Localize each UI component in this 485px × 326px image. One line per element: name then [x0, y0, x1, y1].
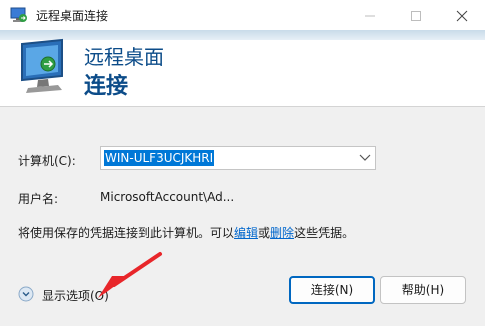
computer-label: 计算机(C):	[18, 154, 76, 168]
show-options-label[interactable]: 显示选项(O)	[42, 287, 109, 304]
minimize-button[interactable]	[347, 0, 393, 30]
remote-desktop-icon	[10, 7, 27, 22]
info-prefix: 将使用保存的凭据连接到此计算机。可以	[18, 226, 235, 240]
remote-desktop-monitor-icon	[21, 38, 63, 93]
remote-desktop-window: 远程桌面连接 远程桌面 连接 计算机(C): WIN-ULF3UCJKHRI 用…	[0, 0, 485, 326]
window-title: 远程桌面连接	[36, 9, 109, 23]
help-button[interactable]: 帮助(H)	[380, 276, 466, 304]
banner-title-line2: 连接	[84, 74, 129, 99]
user-label: 用户名:	[18, 192, 59, 206]
credentials-info: 将使用保存的凭据连接到此计算机。可以编辑或删除这些凭据。	[18, 224, 354, 241]
close-button[interactable]	[439, 0, 485, 30]
user-value: MicrosoftAccount\Ad...	[100, 190, 235, 204]
connect-button[interactable]: 连接(N)	[289, 276, 375, 304]
chevron-down-icon[interactable]	[359, 153, 371, 163]
header-banner: 远程桌面 连接	[0, 30, 485, 106]
delete-credentials-link[interactable]: 删除	[270, 226, 294, 240]
banner-title-line1: 远程桌面	[84, 45, 164, 69]
maximize-button[interactable]	[393, 0, 439, 30]
info-suffix: 这些凭据。	[294, 226, 355, 240]
computer-input[interactable]: WIN-ULF3UCJKHRI	[104, 150, 215, 166]
maximize-icon	[411, 11, 421, 21]
close-icon	[456, 10, 468, 22]
computer-combobox[interactable]: WIN-ULF3UCJKHRI	[100, 146, 376, 170]
divider	[0, 106, 485, 107]
minimize-icon	[365, 15, 375, 17]
title-bar[interactable]: 远程桌面连接	[0, 0, 485, 30]
chevron-down-circle-icon[interactable]	[18, 286, 34, 302]
edit-credentials-link[interactable]: 编辑	[234, 226, 258, 240]
info-or: 或	[258, 226, 271, 240]
